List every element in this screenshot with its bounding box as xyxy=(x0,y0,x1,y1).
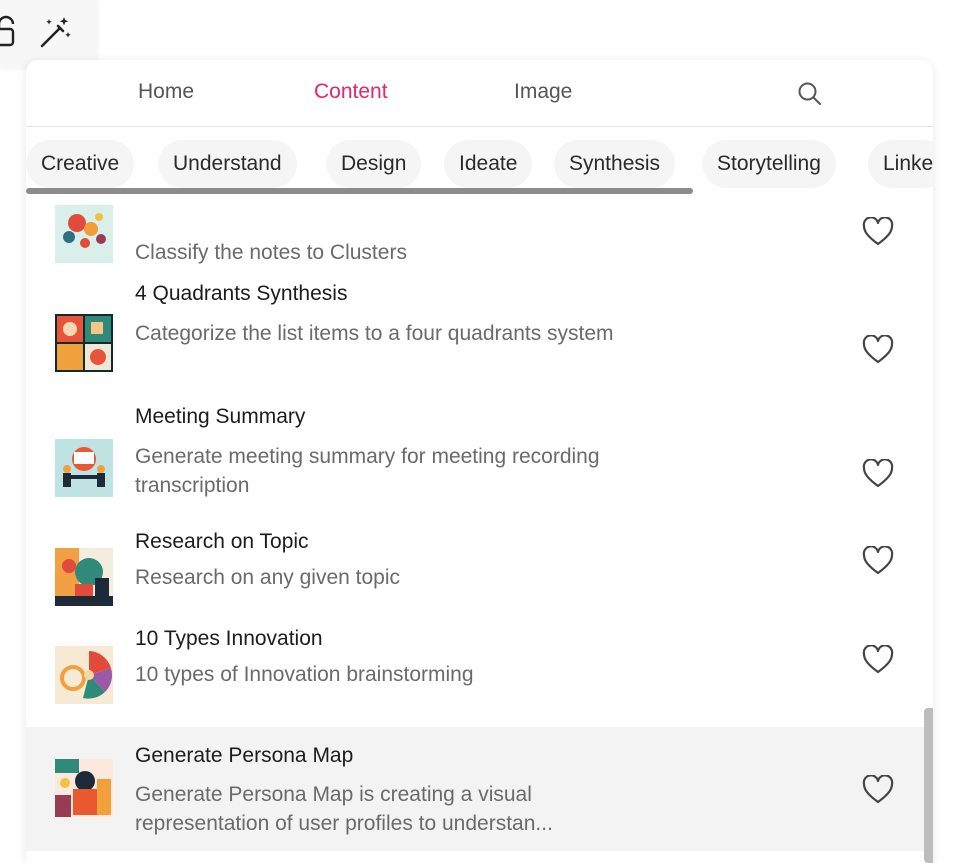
chip-linked[interactable]: Linke xyxy=(868,140,933,188)
item-description: 10 types of Innovation brainstorming xyxy=(135,663,474,686)
item-title: Meeting Summary xyxy=(135,405,306,428)
item-title: 4 Quadrants Synthesis xyxy=(135,282,348,305)
heart-icon[interactable] xyxy=(862,334,894,365)
meeting-thumbnail xyxy=(55,439,113,497)
heart-icon[interactable] xyxy=(862,545,894,576)
heart-icon[interactable] xyxy=(862,644,894,675)
tab-home[interactable]: Home xyxy=(138,80,194,104)
item-title: Generate Persona Map xyxy=(135,744,354,767)
list-item[interactable]: Generate Persona Map Generate Persona Ma… xyxy=(26,727,933,851)
item-description: Categorize the list items to a four quad… xyxy=(135,322,614,345)
tab-content[interactable]: Content xyxy=(314,80,388,104)
prompt-list: Classify the notes to Clusters 4 Quadran… xyxy=(26,205,933,863)
research-thumbnail xyxy=(55,548,113,606)
list-scrollbar[interactable] xyxy=(924,708,933,863)
chip-storytelling[interactable]: Storytelling xyxy=(702,140,836,188)
heart-icon[interactable] xyxy=(862,216,894,247)
category-chips: Creative Understand Design Ideate Synthe… xyxy=(26,140,933,188)
quadrants-thumbnail xyxy=(55,314,113,372)
list-item[interactable]: 10 Types Innovation 10 types of Innovati… xyxy=(26,624,933,727)
list-item[interactable]: Classify the notes to Clusters xyxy=(26,205,933,280)
item-description: Classify the notes to Clusters xyxy=(135,241,407,264)
chip-understand[interactable]: Understand xyxy=(158,140,297,188)
tab-image[interactable]: Image xyxy=(514,80,572,104)
nav-tabs: Home Content Image xyxy=(26,60,933,127)
item-description: Generate Persona Map is creating a visua… xyxy=(135,783,553,835)
top-toolbar xyxy=(0,0,98,68)
item-title: 10 Types Innovation xyxy=(135,627,323,650)
list-item[interactable]: Research on Topic Research on any given … xyxy=(26,526,933,624)
chip-design[interactable]: Design xyxy=(326,140,422,188)
list-item[interactable]: 4 Quadrants Synthesis Categorize the lis… xyxy=(26,280,933,403)
item-description: Research on any given topic xyxy=(135,566,400,589)
cluster-thumbnail xyxy=(55,205,113,263)
persona-thumbnail xyxy=(55,759,113,817)
unlock-icon[interactable] xyxy=(0,12,26,52)
heart-icon[interactable] xyxy=(862,774,894,805)
search-icon[interactable] xyxy=(796,80,824,108)
chips-scrollbar[interactable] xyxy=(26,188,693,194)
heart-icon[interactable] xyxy=(862,458,894,489)
chip-ideate[interactable]: Ideate xyxy=(444,140,533,188)
item-description: Generate meeting summary for meeting rec… xyxy=(135,445,600,497)
magic-wand-icon[interactable] xyxy=(36,12,76,52)
content-panel: Home Content Image Creative Understand D… xyxy=(26,60,933,863)
chip-synthesis[interactable]: Synthesis xyxy=(554,140,676,188)
chip-creative[interactable]: Creative xyxy=(26,140,135,188)
item-title: Research on Topic xyxy=(135,530,309,553)
innovation-thumbnail xyxy=(55,646,113,704)
list-item[interactable]: Meeting Summary Generate meeting summary… xyxy=(26,403,933,526)
